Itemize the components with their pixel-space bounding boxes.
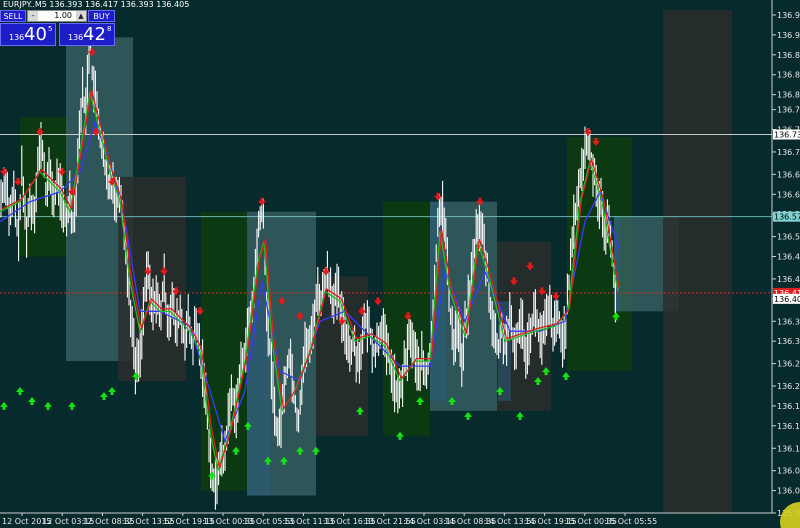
sell-price-button[interactable]: 136 40 5 [0,23,56,46]
price-tick-label: 136.360 [777,317,800,326]
autoscroll-corner-icon [780,502,800,528]
chart-window[interactable]: 136.975 136.935 136.895 136.855 136.815 136.7… [0,0,800,528]
zones-layer [20,10,732,513]
time-tick-label: 15 Oct 05:55 [605,517,657,526]
chart-title: EURJPY..M5 136.393 136.417 136.393 136.4… [3,0,190,9]
buy-price-prefix: 136 [68,33,84,42]
buy-price-main: 42 [83,24,106,45]
lot-size-field[interactable]: - 1.00 ▲ [27,10,87,22]
price-marker-label: 136.735 [774,131,800,140]
buy-signal-arrow-icon [28,396,36,405]
buy-signal-arrow-icon [44,401,52,410]
sell-signal-arrow-icon [0,167,8,176]
price-tick-label: 136.490 [777,253,800,262]
price-tick-label: 136.190 [777,402,800,411]
sell-price-main: 40 [24,24,47,45]
sell-button[interactable]: SELL [0,10,26,22]
price-tick-label: 136.105 [777,444,800,453]
buy-signal-arrow-icon [100,391,108,400]
price-tick-label: 136.615 [777,190,800,199]
lot-value[interactable]: 1.00 [54,11,72,21]
buy-signal-arrow-icon [0,401,8,410]
buy-signal-arrow-icon [562,372,570,381]
sell-signal-arrow-icon [374,297,382,306]
buy-button[interactable]: BUY [88,10,115,22]
lot-increase-button[interactable]: ▲ [76,11,86,21]
sell-price-prefix: 136 [9,33,25,42]
price-tick-label: 136.655 [777,170,800,179]
price-tick-label: 136.530 [777,233,800,242]
one-click-trading-panel: SELL - 1.00 ▲ BUY 136 40 5 136 42 8 [0,10,115,46]
price-tick-label: 136.855 [777,71,800,80]
buy-signal-arrow-icon [16,386,24,395]
price-tick-label: 136.020 [777,487,800,496]
buy-signal-arrow-icon [516,411,524,420]
buy-signal-arrow-icon [464,411,472,420]
price-tick-label: 136.320 [777,337,800,346]
price-axis[interactable]: 136.975 136.935 136.895 136.855 136.815 136.7… [771,0,800,518]
price-tick-label: 136.700 [777,148,800,157]
sell-price-pip: 5 [48,25,53,33]
price-tick-label: 136.815 [777,91,800,100]
price-tick-label: 136.150 [777,422,800,431]
zone-dark [663,10,732,513]
buy-price-button[interactable]: 136 42 8 [59,23,115,46]
buy-signal-arrow-icon [108,386,116,395]
price-tick-label: 136.975 [777,11,800,20]
price-tick-label: 136.060 [777,467,800,476]
price-tick-label: 136.785 [777,106,800,115]
lot-decrease-button[interactable]: - [28,11,38,21]
sell-signal-arrow-icon [258,197,266,206]
price-marker-label: 136.570 [774,213,800,222]
price-chart[interactable]: 136.975 136.935 136.895 136.855 136.815 136.7… [0,0,800,528]
price-tick-label: 136.230 [777,382,800,391]
price-tick-label: 136.275 [777,360,800,369]
price-tick-label: 136.935 [777,31,800,40]
sell-signal-arrow-icon [552,292,560,301]
buy-price-pip: 8 [107,25,112,33]
price-tick-label: 136.895 [777,51,800,60]
zone-dark [118,176,186,382]
buy-signal-arrow-icon [68,401,76,410]
price-tick-label: 136.445 [777,275,800,284]
price-marker-label: 136.405 [774,295,800,304]
